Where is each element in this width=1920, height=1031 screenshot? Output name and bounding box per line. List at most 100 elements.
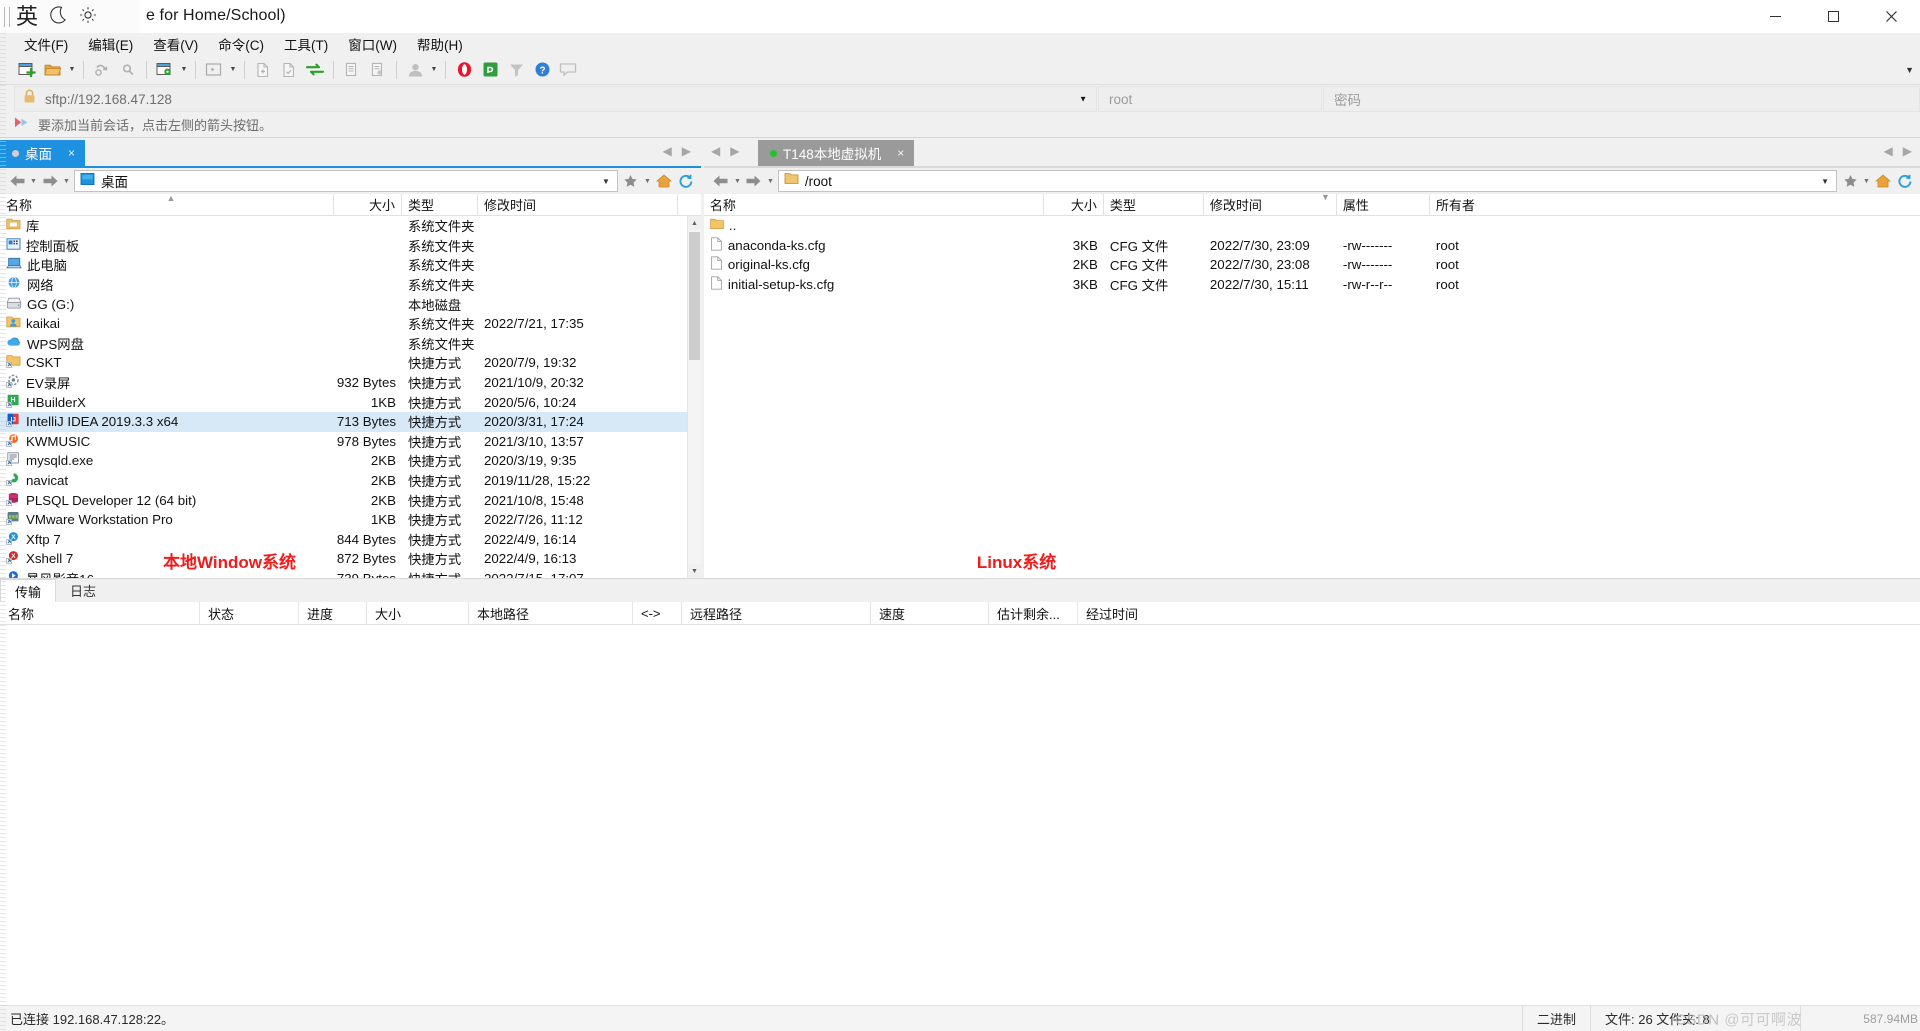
user-caret-icon[interactable]: ▼ [428,57,440,82]
copy-icon[interactable] [339,57,365,82]
tab-desktop[interactable]: 桌面 × [0,140,86,166]
remote-file-list[interactable]: .. anaconda-ks.cfg 3KB CFG 文件 2022/7/30, 23:… [703,216,1920,578]
bookmark-star-icon[interactable] [620,170,642,192]
comment-icon[interactable] [555,57,581,82]
forward-dropdown-icon[interactable]: ▼ [61,170,72,192]
table-row[interactable]: .. [704,216,1920,236]
xcolumn-elapsed[interactable]: 经过时间 [1078,602,1920,624]
column-header-name[interactable]: 名称 [704,194,1044,215]
menu-command[interactable]: 命令(C) [208,32,274,56]
path-dropdown-icon[interactable]: ▼ [1821,177,1829,186]
tab-scroll-right-icon[interactable]: ▶ [730,144,739,158]
sync-browse-icon[interactable] [302,57,328,82]
table-row[interactable]: VMware Workstation Pro 1KB 快捷方式 2022/7/26, … [0,510,701,530]
tab-close-icon[interactable]: × [68,146,75,160]
table-row[interactable]: 网络 系统文件夹 [0,275,701,295]
forward-button[interactable] [39,170,61,192]
scrollbar-thumb[interactable] [688,232,700,360]
refresh-icon[interactable] [675,170,697,192]
table-row[interactable]: 此电脑 系统文件夹 [0,255,701,275]
ime-language-indicator[interactable]: 英 [16,5,38,28]
transfer-list-body[interactable] [0,625,1920,1005]
table-row[interactable]: X Xftp 7 844 Bytes 快捷方式 2022/4/9, 16:14 [0,530,701,550]
bookmark-dropdown-icon[interactable]: ▼ [1861,170,1872,192]
table-row[interactable]: kaikai 系统文件夹 2022/7/21, 17:35 [0,314,701,334]
column-header-modified[interactable]: 修改时间 ▼ [1204,194,1337,215]
back-dropdown-icon[interactable]: ▼ [28,170,39,192]
new-session-icon[interactable] [14,57,40,82]
back-dropdown-icon[interactable]: ▼ [732,170,743,192]
user-icon[interactable] [402,57,428,82]
disconnect-icon[interactable] [115,57,141,82]
refresh-icon[interactable] [1894,170,1916,192]
xcolumn-name[interactable]: 名称 [0,602,200,624]
reconnect-icon[interactable] [89,57,115,82]
table-row[interactable]: GG (G:) 本地磁盘 [0,294,701,314]
filter-icon[interactable] [503,57,529,82]
forward-button[interactable] [743,170,765,192]
xcolumn-progress[interactable]: 进度 [299,602,367,624]
table-row[interactable]: H HBuilderX 1KB 快捷方式 2020/5/6, 10:24 [0,392,701,412]
table-row[interactable]: 暴风影音16 739 Bytes快捷方式2022/7/15, 17:07 [0,569,701,578]
tab-t148-vm[interactable]: T148本地虚拟机 × [758,140,915,166]
username-input[interactable]: root [1098,86,1322,112]
close-button[interactable] [1862,0,1920,33]
table-row[interactable]: IJ IntelliJ IDEA 2019.3.3 x64 713 Bytes 快捷方… [0,411,701,432]
table-row[interactable]: anaconda-ks.cfg 3KB CFG 文件 2022/7/30, 23:09… [704,236,1920,256]
menu-edit[interactable]: 编辑(E) [78,32,143,56]
local-path-input[interactable]: 桌面 ▼ [74,170,618,192]
table-row[interactable]: 控制面板 系统文件夹 [0,236,701,256]
column-header-modified[interactable]: 修改时间 [478,194,678,215]
scroll-up-icon[interactable]: ▲ [687,216,701,230]
session-properties-caret-icon[interactable]: ▼ [178,57,190,82]
xcolumn-eta[interactable]: 估计剩余... [989,602,1078,624]
address-input[interactable]: sftp://192.168.47.128 ▼ [14,86,1097,112]
column-header-owner[interactable]: 所有者 [1430,194,1610,215]
scroll-down-icon[interactable]: ▼ [687,564,701,578]
bookmark-star-icon[interactable] [1839,170,1861,192]
ime-drag-handle[interactable] [4,6,10,27]
column-header-size[interactable]: 大小 [334,194,402,215]
column-header-name[interactable]: 名称 ▲ [0,194,334,215]
home-icon[interactable] [653,170,675,192]
chevron-down-icon[interactable]: ▼ [1079,95,1087,104]
table-row[interactable]: PLSQL Developer 12 (64 bit) 2KB 快捷方式 2021/1… [0,490,701,510]
back-button[interactable] [710,170,732,192]
back-button[interactable] [6,170,28,192]
tab-scroll-right-icon[interactable]: ▶ [682,144,691,158]
table-row[interactable]: KWMUSIC 978 Bytes 快捷方式 2021/3/10, 13:57 [0,432,701,452]
tab-transfer[interactable]: 传输 [0,579,57,602]
path-dropdown-icon[interactable]: ▼ [602,177,610,186]
opera-icon[interactable] [451,57,477,82]
new-file-icon[interactable] [250,57,276,82]
session-properties-icon[interactable] [152,57,178,82]
open-folder-icon[interactable] [40,57,66,82]
paste-icon[interactable] [365,57,391,82]
bookmark-dropdown-icon[interactable]: ▼ [642,170,653,192]
column-header-attributes[interactable]: 属性 [1337,194,1430,215]
column-header-type[interactable]: 类型 [402,194,478,215]
help-icon[interactable]: ? [529,57,555,82]
xcolumn-direction[interactable]: <-> [633,602,682,624]
new-file2-icon[interactable] [276,57,302,82]
table-row[interactable]: mysqld.exe 2KB 快捷方式 2020/3/19, 9:35 [0,451,701,471]
xcolumn-status[interactable]: 状态 [200,602,299,624]
menu-view[interactable]: 查看(V) [143,32,208,56]
tab-scroll-left-icon[interactable]: ◀ [711,144,720,158]
green-app-icon[interactable] [477,57,503,82]
tab-close-icon[interactable]: × [897,146,904,160]
tab-scroll-left-icon[interactable]: ◀ [1884,144,1893,158]
remote-path-input[interactable]: /root ▼ [777,170,1837,192]
table-row[interactable]: 库 系统文件夹 [0,216,701,236]
table-row[interactable]: original-ks.cfg 2KB CFG 文件 2022/7/30, 23:08… [704,255,1920,275]
local-file-list[interactable]: 库系统文件夹 控制面板 系统文件夹 此电脑 系统文件夹 网络 系统文件夹 GG (G:) 本地磁… [0,216,701,578]
moon-icon[interactable] [48,5,68,29]
gear-icon[interactable] [78,5,98,29]
xcolumn-size[interactable]: 大小 [367,602,469,624]
menu-file[interactable]: 文件(F) [14,32,78,56]
xcolumn-remote-path[interactable]: 远程路径 [682,602,871,624]
terminal-caret-icon[interactable]: ▼ [227,57,239,82]
table-row[interactable]: navicat 2KB 快捷方式 2019/11/28, 15:22 [0,471,701,491]
menu-help[interactable]: 帮助(H) [407,32,473,56]
local-vertical-scrollbar[interactable]: ▲ ▼ [686,216,701,578]
